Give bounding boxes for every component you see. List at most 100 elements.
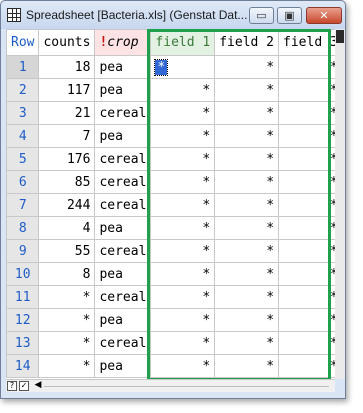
- field2-cell[interactable]: *: [214, 124, 280, 148]
- field1-cell[interactable]: *: [150, 193, 216, 217]
- field3-cell[interactable]: *: [278, 239, 335, 263]
- row-number-cell[interactable]: 4: [6, 124, 40, 148]
- row-number-cell[interactable]: 2: [6, 78, 40, 102]
- field3-cell[interactable]: *: [278, 55, 335, 79]
- row-number-cell[interactable]: 13: [6, 331, 40, 355]
- counts-cell[interactable]: 21: [38, 101, 96, 125]
- crop-column-header[interactable]: !crop: [94, 29, 152, 56]
- field3-cell[interactable]: *: [278, 101, 335, 125]
- row-column-header[interactable]: Row: [6, 29, 40, 56]
- scroll-thumb[interactable]: [336, 30, 344, 43]
- field3-cell[interactable]: *: [278, 170, 335, 194]
- crop-cell[interactable]: cereal: [94, 101, 152, 125]
- row-number-cell[interactable]: 9: [6, 239, 40, 263]
- field2-cell[interactable]: *: [214, 147, 280, 171]
- maximize-button[interactable]: ▣: [277, 7, 302, 24]
- crop-cell[interactable]: cereal: [94, 147, 152, 171]
- counts-cell[interactable]: 117: [38, 78, 96, 102]
- spreadsheet-grid[interactable]: Row counts !crop field 1 field 2 field 3…: [6, 29, 335, 379]
- field1-cell[interactable]: *: [150, 262, 216, 286]
- field2-cell[interactable]: *: [214, 193, 280, 217]
- field2-cell[interactable]: *: [214, 331, 280, 355]
- field3-cell[interactable]: *: [278, 78, 335, 102]
- field2-cell[interactable]: *: [214, 101, 280, 125]
- field3-cell[interactable]: *: [278, 308, 335, 332]
- field3-cell[interactable]: *: [278, 331, 335, 355]
- crop-cell[interactable]: pea: [94, 124, 152, 148]
- field3-cell[interactable]: *: [278, 262, 335, 286]
- field1-cell[interactable]: *: [150, 170, 216, 194]
- crop-cell[interactable]: pea: [94, 55, 152, 79]
- counts-cell[interactable]: *: [38, 331, 96, 355]
- vertical-scrollbar[interactable]: [335, 29, 345, 379]
- title-bar[interactable]: Spreadsheet [Bacteria.xls] (Genstat Dat.…: [1, 1, 345, 29]
- row-number-cell[interactable]: 12: [6, 308, 40, 332]
- counts-cell[interactable]: 8: [38, 262, 96, 286]
- crop-cell[interactable]: cereal: [94, 170, 152, 194]
- help-icon[interactable]: ?: [7, 381, 17, 391]
- row-number-cell[interactable]: 3: [6, 101, 40, 125]
- counts-cell[interactable]: 7: [38, 124, 96, 148]
- row-number-cell[interactable]: 1: [6, 55, 40, 79]
- counts-cell[interactable]: 85: [38, 170, 96, 194]
- row-number-cell[interactable]: 14: [6, 354, 40, 378]
- field3-cell[interactable]: *: [278, 216, 335, 240]
- counts-cell[interactable]: 176: [38, 147, 96, 171]
- row-number-cell[interactable]: 7: [6, 193, 40, 217]
- field1-cell[interactable]: *: [150, 101, 216, 125]
- field1-cell[interactable]: *: [150, 239, 216, 263]
- counts-cell[interactable]: *: [38, 285, 96, 309]
- row-number-cell[interactable]: 8: [6, 216, 40, 240]
- field2-cell[interactable]: *: [214, 216, 280, 240]
- counts-column-header[interactable]: counts: [38, 29, 96, 56]
- crop-cell[interactable]: pea: [94, 308, 152, 332]
- field2-cell[interactable]: *: [214, 170, 280, 194]
- close-button[interactable]: ✕: [306, 7, 342, 24]
- field3-column-header[interactable]: field 3: [278, 29, 335, 56]
- field3-cell[interactable]: *: [278, 354, 335, 378]
- field2-cell[interactable]: *: [214, 262, 280, 286]
- row-number-cell[interactable]: 5: [6, 147, 40, 171]
- counts-cell[interactable]: 18: [38, 55, 96, 79]
- crop-cell[interactable]: pea: [94, 216, 152, 240]
- scroll-left-icon[interactable]: ◀: [33, 381, 43, 391]
- field2-column-header[interactable]: field 2: [214, 29, 280, 56]
- horizontal-scrollbar[interactable]: ? ✓ ◀: [6, 379, 335, 392]
- field3-cell[interactable]: *: [278, 193, 335, 217]
- field1-cell[interactable]: *: [150, 216, 216, 240]
- row-number-cell[interactable]: 10: [6, 262, 40, 286]
- crop-cell[interactable]: pea: [94, 354, 152, 378]
- field1-cell[interactable]: *: [150, 78, 216, 102]
- row-number-cell[interactable]: 6: [6, 170, 40, 194]
- active-cell-value[interactable]: *: [154, 58, 169, 76]
- field1-column-header[interactable]: field 1: [150, 29, 216, 56]
- row-number-cell[interactable]: 11: [6, 285, 40, 309]
- crop-cell[interactable]: cereal: [94, 193, 152, 217]
- field1-cell[interactable]: *: [150, 147, 216, 171]
- field2-cell[interactable]: *: [214, 285, 280, 309]
- field2-cell[interactable]: *: [214, 354, 280, 378]
- crop-cell[interactable]: pea: [94, 262, 152, 286]
- field1-cell[interactable]: *: [150, 308, 216, 332]
- field1-cell[interactable]: *: [150, 124, 216, 148]
- field2-cell[interactable]: *: [214, 239, 280, 263]
- field2-cell[interactable]: *: [214, 78, 280, 102]
- check-icon[interactable]: ✓: [19, 381, 29, 391]
- field3-cell[interactable]: *: [278, 124, 335, 148]
- counts-cell[interactable]: 244: [38, 193, 96, 217]
- field2-cell[interactable]: *: [214, 308, 280, 332]
- field3-cell[interactable]: *: [278, 285, 335, 309]
- field1-cell[interactable]: *: [150, 354, 216, 378]
- field1-cell[interactable]: *: [150, 331, 216, 355]
- counts-cell[interactable]: 4: [38, 216, 96, 240]
- crop-cell[interactable]: pea: [94, 78, 152, 102]
- field3-cell[interactable]: *: [278, 147, 335, 171]
- crop-cell[interactable]: cereal: [94, 285, 152, 309]
- minimize-button[interactable]: ▭: [249, 7, 274, 24]
- crop-cell[interactable]: cereal: [94, 239, 152, 263]
- counts-cell[interactable]: *: [38, 354, 96, 378]
- counts-cell[interactable]: 55: [38, 239, 96, 263]
- scroll-track[interactable]: [44, 386, 329, 387]
- crop-cell[interactable]: cereal: [94, 331, 152, 355]
- field1-cell[interactable]: *: [150, 55, 216, 79]
